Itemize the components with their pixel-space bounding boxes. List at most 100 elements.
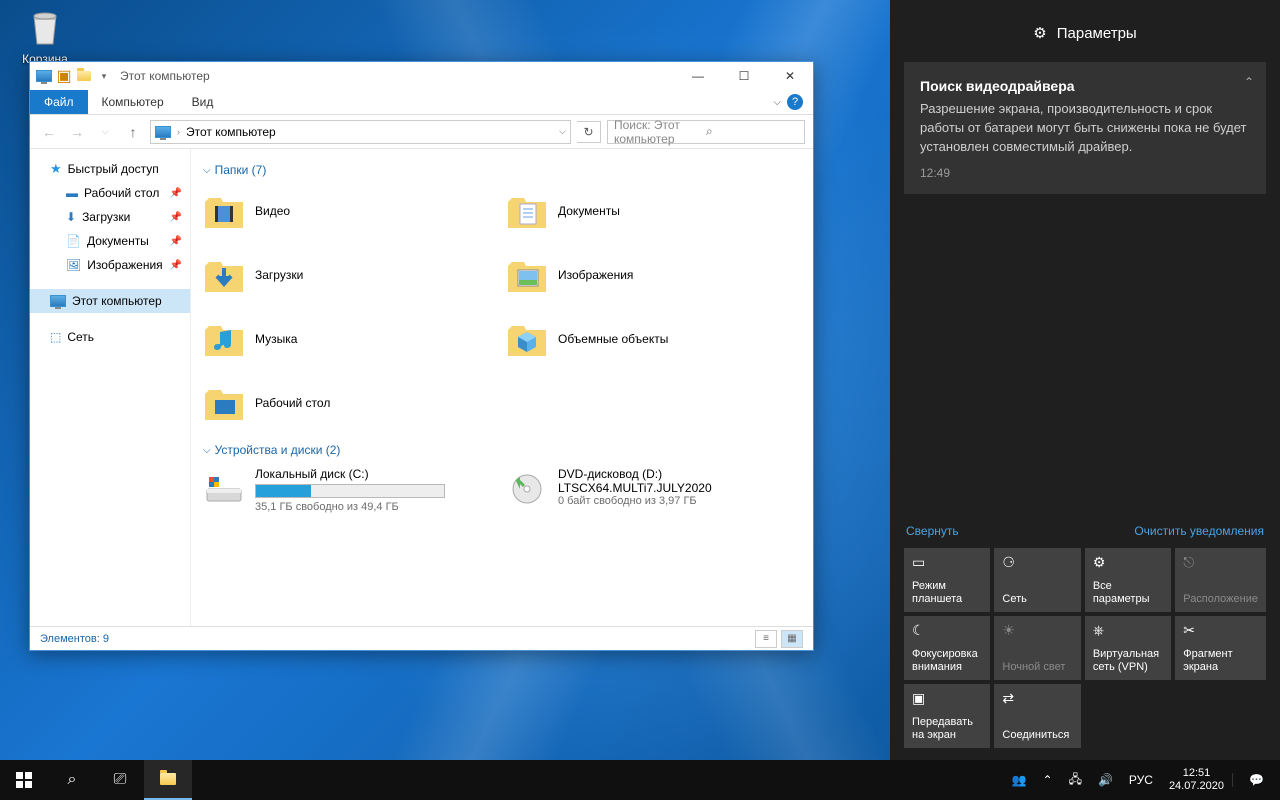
- downloads-folder-icon: [203, 254, 245, 296]
- ribbon-collapse-icon[interactable]: ⌵: [773, 97, 781, 108]
- refresh-button[interactable]: ↻: [577, 121, 601, 143]
- clear-notifications-link[interactable]: Очистить уведомления: [1134, 524, 1264, 538]
- action-center-header[interactable]: ⚙ Параметры: [904, 24, 1266, 42]
- tile-screen-snip[interactable]: ✂Фрагмент экрана: [1175, 616, 1266, 680]
- downloads-icon: ⬇: [66, 210, 76, 224]
- nav-recent-dropdown[interactable]: ⌵: [94, 121, 116, 143]
- view-details-button[interactable]: ≡: [755, 630, 777, 648]
- tab-file[interactable]: Файл: [30, 90, 88, 114]
- help-icon[interactable]: ?: [787, 94, 803, 110]
- tray-date: 24.07.2020: [1169, 780, 1224, 793]
- desktop-folder-icon: [203, 382, 245, 424]
- tile-network[interactable]: ⚆Сеть: [994, 548, 1080, 612]
- tile-focus-assist[interactable]: ☾Фокусировка внимания: [904, 616, 990, 680]
- qat-dropdown-icon[interactable]: ▾: [96, 68, 112, 84]
- tray-network-icon[interactable]: 🖧: [1061, 760, 1090, 800]
- tile-night-light[interactable]: ☀Ночной свет: [994, 616, 1080, 680]
- tile-project[interactable]: ▣Передавать на экран: [904, 684, 990, 748]
- chevron-up-icon[interactable]: ⌃: [1244, 74, 1254, 91]
- project-icon: ▣: [912, 690, 982, 706]
- snip-icon: ✂: [1183, 622, 1258, 638]
- system-tray: 👥 ⌃ 🖧 🔊 РУС 12:51 24.07.2020 💬: [1004, 760, 1280, 800]
- search-button[interactable]: ⌕: [48, 760, 96, 800]
- gear-icon: ⚙: [1033, 24, 1046, 42]
- close-button[interactable]: ✕: [767, 62, 813, 90]
- drive-d[interactable]: DVD-дисковод (D:) LTSCX64.MULTi7.JULY202…: [506, 467, 801, 513]
- nav-back-button[interactable]: ←: [38, 121, 60, 143]
- sidebar-this-pc[interactable]: Этот компьютер: [30, 289, 190, 313]
- notification-card[interactable]: ⌃ Поиск видеодрайвера Разрешение экрана,…: [904, 62, 1266, 194]
- connect-icon: ⇄: [1002, 690, 1072, 706]
- maximize-button[interactable]: ☐: [721, 62, 767, 90]
- network-icon: ⬚: [50, 330, 61, 344]
- search-input[interactable]: Поиск: Этот компьютер ⌕: [607, 120, 805, 144]
- qat-properties-icon[interactable]: ▣: [56, 68, 72, 84]
- desktop-icon-recycle-bin[interactable]: Корзина: [15, 6, 75, 66]
- vpn-icon: ⎈: [1093, 622, 1163, 638]
- content-pane: ⌵Папки (7) Видео Документы Загрузки Изоб…: [190, 149, 813, 626]
- tile-all-settings[interactable]: ⚙Все параметры: [1085, 548, 1171, 612]
- group-drives-header[interactable]: ⌵Устройства и диски (2): [203, 443, 801, 457]
- tray-clock[interactable]: 12:51 24.07.2020: [1161, 767, 1232, 793]
- tablet-icon: ▭: [912, 554, 982, 570]
- address-dropdown-icon[interactable]: ⌵: [559, 126, 566, 137]
- sidebar-network[interactable]: ⬚Сеть: [30, 325, 190, 349]
- tray-volume-icon[interactable]: 🔊: [1090, 760, 1121, 800]
- pictures-folder-icon: [506, 254, 548, 296]
- group-folders-header[interactable]: ⌵Папки (7): [203, 163, 801, 177]
- sidebar-downloads[interactable]: ⬇Загрузки📌: [30, 205, 190, 229]
- folder-music[interactable]: Музыка: [203, 315, 498, 363]
- pin-icon: 📌: [170, 212, 182, 223]
- tile-tablet-mode[interactable]: ▭Режим планшета: [904, 548, 990, 612]
- address-bar: ← → ⌵ ↑ › Этот компьютер ⌵ ↻ Поиск: Этот…: [30, 115, 813, 149]
- notification-time: 12:49: [920, 165, 1250, 182]
- sidebar-pictures[interactable]: 🖼Изображения📌: [30, 253, 190, 277]
- action-center-button[interactable]: 💬: [1232, 773, 1280, 787]
- pin-icon: 📌: [170, 188, 182, 199]
- view-tiles-button[interactable]: ▦: [781, 630, 803, 648]
- sidebar-quick-access[interactable]: ★Быстрый доступ: [30, 157, 190, 181]
- tab-view[interactable]: Вид: [178, 90, 228, 114]
- tile-vpn[interactable]: ⎈Виртуальная сеть (VPN): [1085, 616, 1171, 680]
- pc-icon: [50, 295, 66, 307]
- pictures-icon: 🖼: [66, 258, 81, 272]
- task-view-button[interactable]: ⎚: [96, 760, 144, 800]
- sidebar-desktop[interactable]: ▬Рабочий стол📌: [30, 181, 190, 205]
- star-icon: ★: [50, 161, 62, 177]
- drive-d-free-space: 0 байт свободно из 3,97 ГБ: [558, 495, 801, 507]
- desktop-icon: ▬: [66, 186, 78, 200]
- tile-connect[interactable]: ⇄Соединиться: [994, 684, 1080, 748]
- folder-documents[interactable]: Документы: [506, 187, 801, 235]
- dvd-icon: [506, 467, 548, 509]
- documents-icon: 📄: [66, 234, 81, 248]
- status-bar: Элементов: 9 ≡ ▦: [30, 626, 813, 650]
- collapse-link[interactable]: Свернуть: [906, 524, 959, 538]
- drive-c[interactable]: Локальный диск (C:) 35,1 ГБ свободно из …: [203, 467, 498, 513]
- drive-d-label: LTSCX64.MULTi7.JULY2020: [558, 481, 801, 495]
- moon-icon: ☾: [912, 622, 982, 638]
- sidebar-documents[interactable]: 📄Документы📌: [30, 229, 190, 253]
- folder-downloads[interactable]: Загрузки: [203, 251, 498, 299]
- chevron-right-icon: ›: [177, 127, 180, 137]
- tray-overflow-icon[interactable]: ⌃: [1035, 760, 1061, 800]
- tile-location[interactable]: ⎋Расположение: [1175, 548, 1266, 612]
- start-button[interactable]: [0, 760, 48, 800]
- nav-forward-button[interactable]: →: [66, 121, 88, 143]
- qat-new-folder-icon[interactable]: [76, 68, 92, 84]
- address-text: Этот компьютер: [186, 125, 276, 139]
- address-input[interactable]: › Этот компьютер ⌵: [150, 120, 571, 144]
- tray-language[interactable]: РУС: [1121, 760, 1161, 800]
- minimize-button[interactable]: —: [675, 62, 721, 90]
- folder-pictures[interactable]: Изображения: [506, 251, 801, 299]
- folder-3d-objects[interactable]: Объемные объекты: [506, 315, 801, 363]
- tab-computer[interactable]: Компьютер: [88, 90, 178, 114]
- nav-sidebar: ★Быстрый доступ ▬Рабочий стол📌 ⬇Загрузки…: [30, 149, 190, 626]
- folder-video[interactable]: Видео: [203, 187, 498, 235]
- taskbar-file-explorer[interactable]: [144, 760, 192, 800]
- ribbon-tabs: Файл Компьютер Вид ⌵ ?: [30, 90, 813, 115]
- titlebar[interactable]: ▣ ▾ Этот компьютер — ☐ ✕: [30, 62, 813, 90]
- drive-c-free-space: 35,1 ГБ свободно из 49,4 ГБ: [255, 501, 498, 513]
- folder-desktop[interactable]: Рабочий стол: [203, 379, 498, 427]
- nav-up-button[interactable]: ↑: [122, 121, 144, 143]
- tray-people-icon[interactable]: 👥: [1004, 760, 1035, 800]
